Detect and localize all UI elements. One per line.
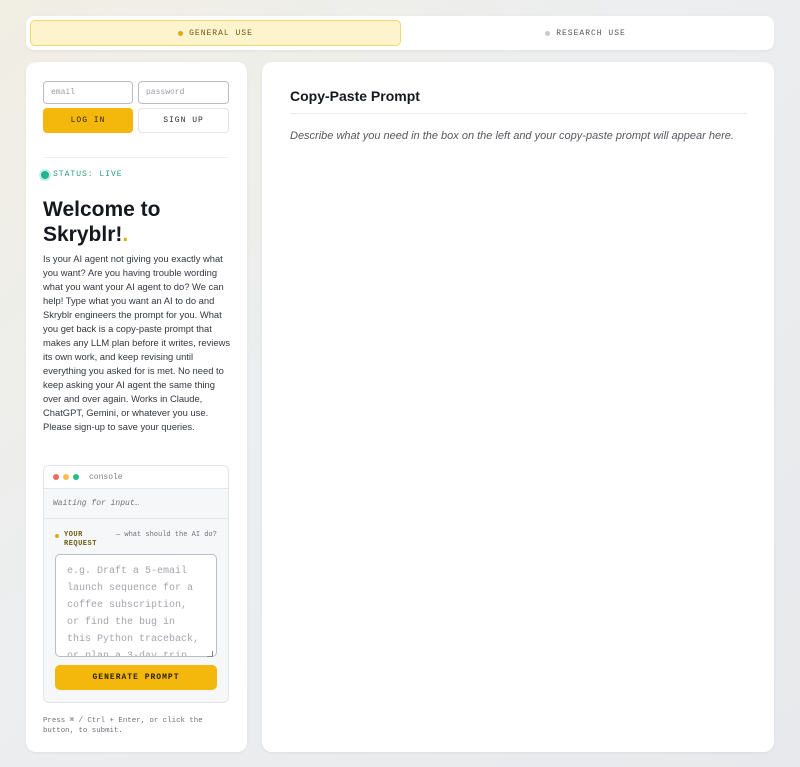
output-title: Copy-Paste Prompt	[290, 88, 420, 104]
welcome-title: Welcome to Skryblr!	[43, 198, 161, 246]
output-divider	[290, 113, 747, 114]
status-indicator: STATUS: LIVE	[41, 170, 123, 179]
submit-hint: Press ⌘ / Ctrl + Enter, or click the but…	[43, 717, 203, 735]
console-header: console	[44, 466, 228, 489]
tab-general-use-label: GENERAL USE	[189, 28, 253, 38]
auth-divider	[43, 157, 229, 158]
email-field[interactable]	[43, 81, 133, 104]
tab-general-use[interactable]: GENERAL USE	[30, 20, 401, 46]
output-panel: Copy-Paste Prompt Describe what you need…	[262, 62, 774, 752]
window-maximize-dot-icon	[73, 474, 79, 480]
tab-research-use[interactable]: RESEARCH USE	[401, 20, 770, 46]
signup-button[interactable]: SIGN UP	[138, 108, 229, 133]
window-close-dot-icon	[53, 474, 59, 480]
output-placeholder-text: Describe what you need in the box on the…	[290, 130, 734, 142]
status-live-icon	[41, 170, 49, 179]
input-panel: LOG IN SIGN UP STATUS: LIVE Welcome to S…	[26, 62, 247, 752]
generate-prompt-button[interactable]: GENERATE PROMPT	[55, 665, 217, 690]
status-text: STATUS: LIVE	[53, 170, 123, 179]
intro-paragraph: Is your AI agent not giving you exactly …	[43, 253, 231, 432]
request-dot-icon	[55, 534, 59, 538]
request-label-row: YOUR REQUEST — what should the AI do?	[55, 531, 226, 549]
console-box: console Waiting for input… YOUR REQUEST …	[43, 465, 229, 703]
window-minimize-dot-icon	[63, 474, 69, 480]
request-label: YOUR REQUEST	[64, 531, 97, 548]
login-button[interactable]: LOG IN	[43, 108, 133, 133]
request-textarea[interactable]	[55, 554, 217, 657]
tab-inactive-dot-icon	[545, 30, 551, 36]
tab-active-dot-icon	[178, 30, 184, 36]
tab-research-use-label: RESEARCH USE	[556, 28, 626, 38]
request-hint: — what should the AI do?	[116, 531, 217, 539]
mode-tabbar: GENERAL USE RESEARCH USE	[26, 16, 774, 50]
console-output: Waiting for input…	[44, 489, 228, 519]
console-title: console	[89, 472, 123, 482]
welcome-heading: Welcome to Skryblr!.	[43, 197, 233, 247]
welcome-accent-dot: .	[122, 223, 129, 246]
password-field[interactable]	[138, 81, 229, 104]
resize-handle-icon[interactable]	[207, 651, 213, 657]
